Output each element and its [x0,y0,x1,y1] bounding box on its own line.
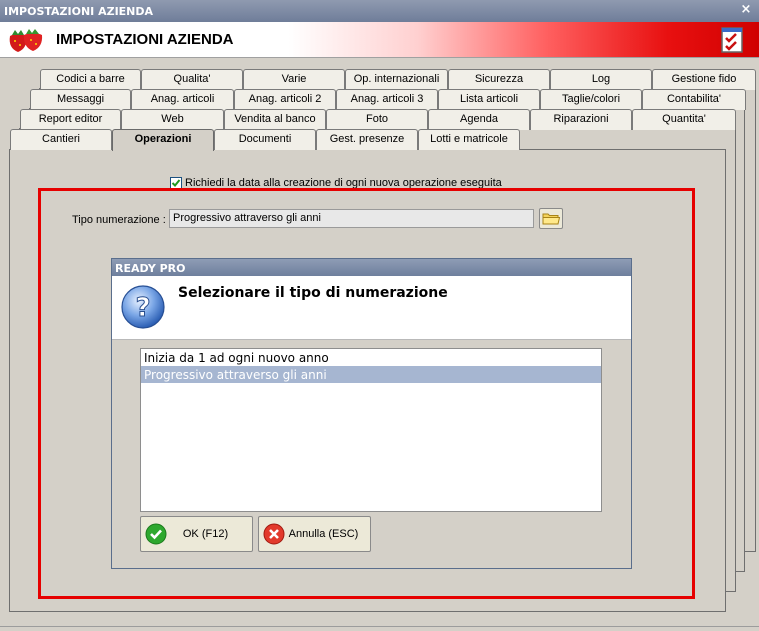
dialog-title: READY PRO [112,259,631,276]
tab-gest-presenze[interactable]: Gest. presenze [316,129,418,150]
tab-agenda[interactable]: Agenda [428,109,530,130]
list-item[interactable]: Inizia da 1 ad ogni nuovo anno [141,349,601,366]
window-title: IMPOSTAZIONI AZIENDA [4,5,154,18]
dialog-header: ? Selezionare il tipo di numerazione [112,276,631,340]
tab-documenti[interactable]: Documenti [214,129,316,150]
tab-cantieri[interactable]: Cantieri [10,129,112,150]
tab-operazioni[interactable]: Operazioni [112,129,214,151]
ok-label: OK (F12) [182,528,229,540]
tab-anag-articoli-2[interactable]: Anag. articoli 2 [234,89,336,110]
tab-foto[interactable]: Foto [326,109,428,130]
tab-lista-articoli[interactable]: Lista articoli [438,89,540,110]
page-title: IMPOSTAZIONI AZIENDA [56,31,234,48]
tab-qualita[interactable]: Qualita' [141,69,243,90]
tab-varie[interactable]: Varie [243,69,345,90]
tab-vendita-al-banco[interactable]: Vendita al banco [224,109,326,130]
dialog-message: Selezionare il tipo di numerazione [178,285,448,301]
close-icon[interactable]: × [739,3,753,17]
status-bar [0,626,759,631]
tab-taglie-colori[interactable]: Taglie/colori [540,89,642,110]
tab-sicurezza[interactable]: Sicurezza [448,69,550,90]
tab-report-editor[interactable]: Report editor [20,109,121,130]
cancel-label: Annulla (ESC) [288,528,359,540]
tab-codici-a-barre[interactable]: Codici a barre [40,69,141,90]
list-item-selected[interactable]: Progressivo attraverso gli anni [141,366,601,383]
ok-button[interactable]: OK (F12) [140,516,253,552]
tab-messaggi[interactable]: Messaggi [30,89,131,110]
tab-anag-articoli[interactable]: Anag. articoli [131,89,234,110]
selection-dialog: READY PRO ? Selezionare il tipo di numer… [111,258,632,569]
folder-icon [542,213,561,225]
tab-riparazioni[interactable]: Riparazioni [530,109,632,130]
tab-anag-articoli-3[interactable]: Anag. articoli 3 [336,89,438,110]
tab-log[interactable]: Log [550,69,652,90]
numerazione-listbox[interactable]: Inizia da 1 ad ogni nuovo anno Progressi… [140,348,602,512]
tab-quantita[interactable]: Quantita' [632,109,736,130]
checklist-icon[interactable] [720,26,746,54]
tab-web[interactable]: Web [121,109,224,130]
svg-text:?: ? [135,293,150,323]
tab-op-internazionali[interactable]: Op. internazionali [345,69,448,90]
tab-gestione-fido[interactable]: Gestione fido [652,69,756,90]
checkmark-icon [171,179,181,187]
header-banner: IMPOSTAZIONI AZIENDA [0,22,759,58]
tab-contabilita[interactable]: Contabilita' [642,89,746,110]
strawberry-logo-icon [9,29,43,52]
browse-button[interactable] [539,208,563,229]
tipo-numerazione-field[interactable]: Progressivo attraverso gli anni [169,209,534,228]
tab-lotti-e-matricole[interactable]: Lotti e matricole [418,129,520,150]
cancel-button[interactable]: Annulla (ESC) [258,516,371,552]
question-icon: ? [121,285,165,329]
tipo-numerazione-label: Tipo numerazione : [72,214,166,226]
window-titlebar: IMPOSTAZIONI AZIENDA × [0,0,759,22]
